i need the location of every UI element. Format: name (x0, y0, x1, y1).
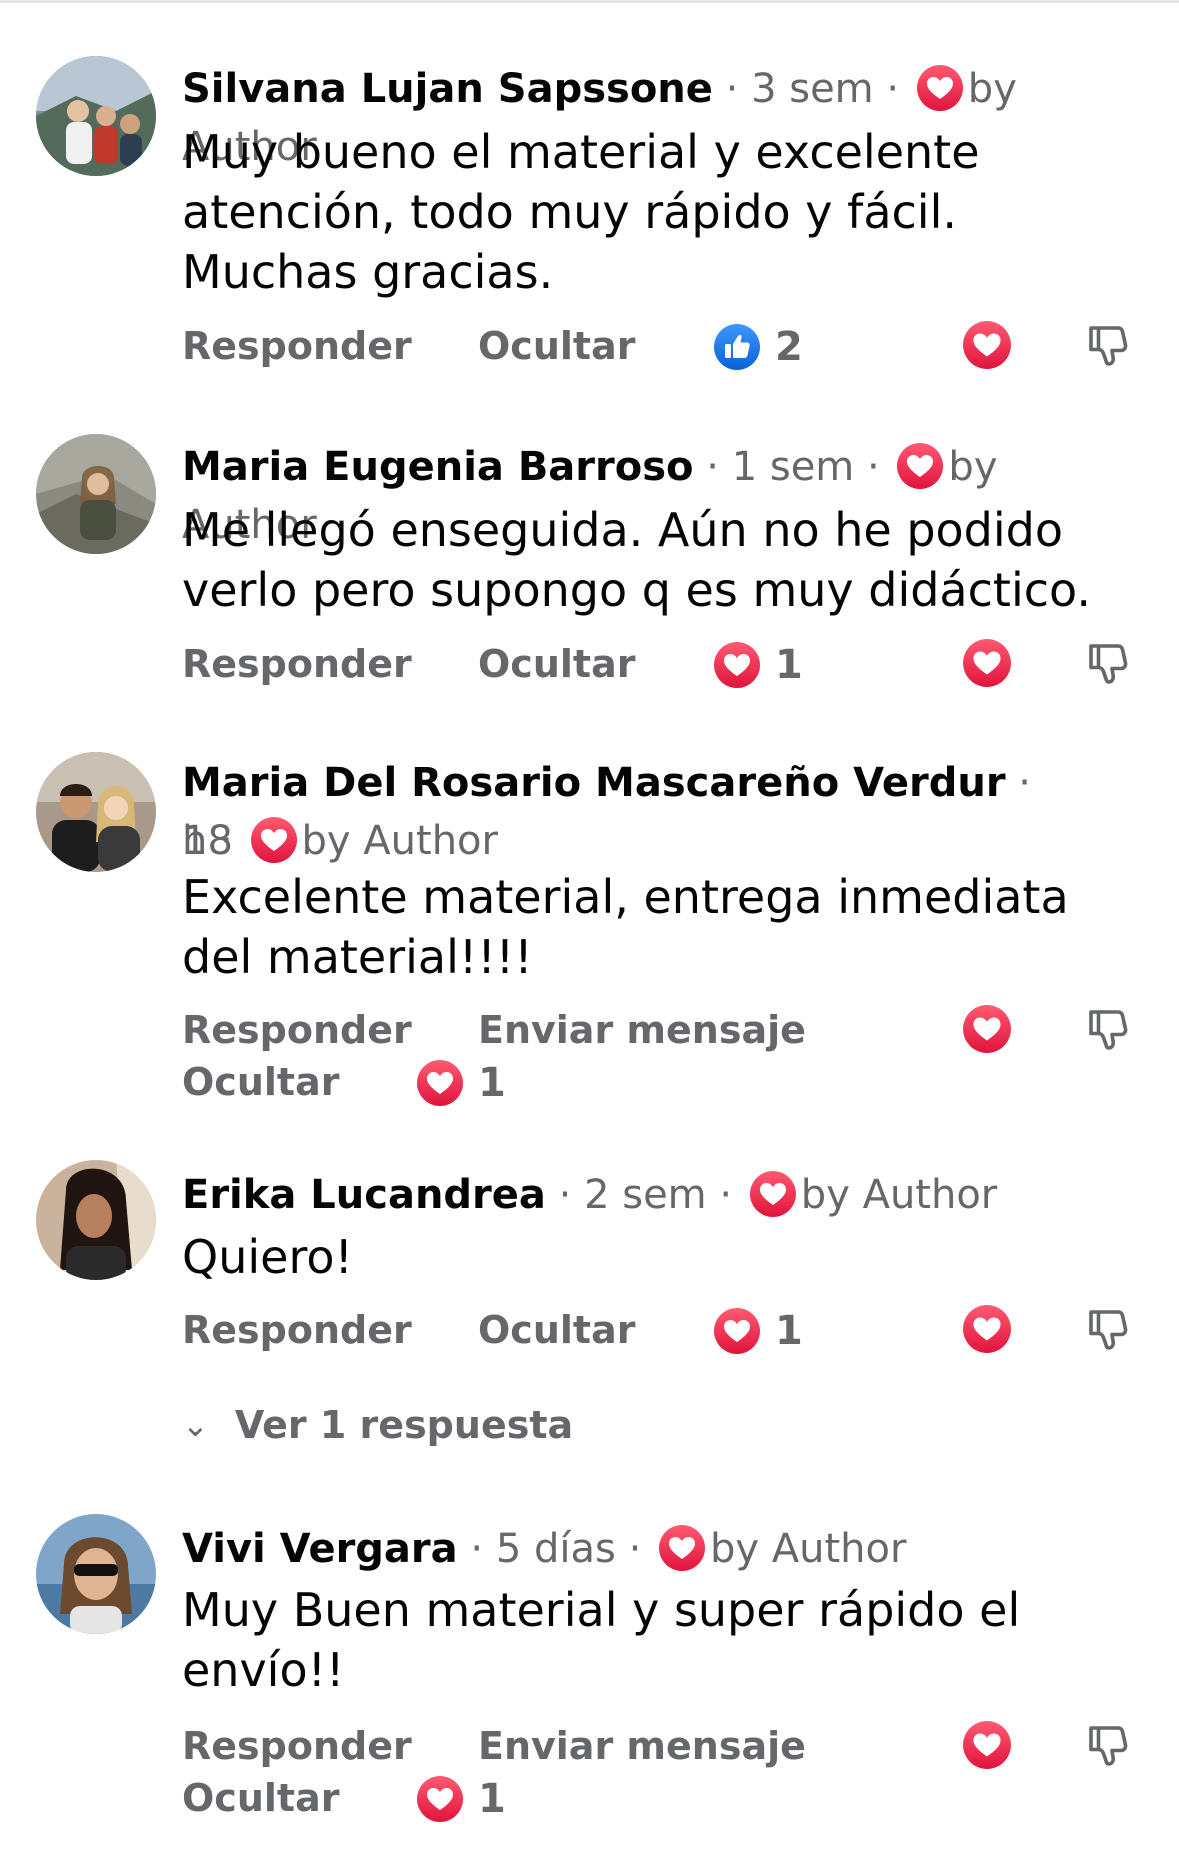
separator: · (220, 818, 233, 864)
author-name[interactable]: Erika Lucandrea (182, 1172, 546, 1218)
timestamp[interactable]: 2 sem (584, 1172, 707, 1218)
reaction-summary[interactable]: 1 (416, 1775, 506, 1823)
view-replies-label: Ver 1 respuesta (234, 1403, 574, 1447)
thumbs-down-icon (1082, 320, 1132, 370)
timestamp[interactable]: 1 sem (732, 444, 855, 490)
heart-icon (962, 1304, 1012, 1354)
separator: · (558, 1172, 572, 1218)
reply-button[interactable]: Responder (182, 1306, 412, 1354)
love-icon (713, 1307, 761, 1355)
avatar[interactable] (36, 1160, 156, 1280)
love-icon (713, 641, 761, 689)
reaction-summary[interactable]: 1 (713, 1307, 803, 1355)
reply-button[interactable]: Responder (182, 322, 412, 370)
hide-button[interactable]: Ocultar (478, 322, 635, 370)
heart-icon (962, 320, 1012, 370)
love-button[interactable] (962, 1004, 1012, 1054)
author-heart-icon (749, 1170, 797, 1218)
reaction-count: 1 (478, 1776, 506, 1822)
reply-button[interactable]: Responder (182, 1006, 412, 1054)
love-icon (416, 1775, 464, 1823)
love-button[interactable] (962, 1304, 1012, 1354)
reaction-summary[interactable]: 1 (713, 641, 803, 689)
author-name[interactable]: Silvana Lujan Sapssone (182, 66, 713, 112)
author-name[interactable]: Maria Del Rosario Mascareño Verdur (182, 760, 1006, 806)
separator: · (470, 1526, 484, 1572)
reply-button[interactable]: Responder (182, 1722, 412, 1770)
avatar[interactable] (36, 434, 156, 554)
hide-button[interactable]: Ocultar (182, 1774, 339, 1822)
comment-text: Quiero! (182, 1230, 353, 1284)
separator: · (866, 444, 880, 490)
view-replies-link[interactable]: ⌄ Ver 1 respuesta (182, 1400, 573, 1450)
avatar[interactable] (36, 752, 156, 872)
top-divider (0, 0, 1179, 3)
author-heart-icon (658, 1524, 706, 1572)
love-icon (416, 1059, 464, 1107)
thumbs-down-icon (1082, 1720, 1132, 1770)
hide-button[interactable]: Ocultar (478, 640, 635, 688)
comment-header-line2: h · by Author (182, 812, 1142, 870)
dislike-button[interactable] (1082, 1720, 1132, 1770)
like-icon (713, 323, 761, 371)
avatar[interactable] (36, 56, 156, 176)
separator: · (886, 66, 900, 112)
reaction-count: 1 (775, 642, 803, 688)
love-button[interactable] (962, 320, 1012, 370)
hide-button[interactable]: Ocultar (478, 1306, 635, 1354)
by-author-label: by Author (301, 818, 498, 864)
comment-text: Muy Buen material y super rápido el enví… (182, 1583, 1021, 1697)
avatar[interactable] (36, 1514, 156, 1634)
timestamp[interactable]: 3 sem (751, 66, 874, 112)
author-heart-icon (250, 816, 298, 864)
reaction-summary[interactable]: 2 (713, 323, 803, 371)
separator: · (628, 1526, 642, 1572)
reaction-count: 1 (775, 1308, 803, 1354)
hide-button[interactable]: Ocultar (182, 1058, 339, 1106)
dislike-button[interactable] (1082, 638, 1132, 688)
heart-icon (962, 638, 1012, 688)
comment-text: Muy bueno el material y excelente atenci… (182, 125, 980, 299)
comment-text: Excelente material, entrega inmediata de… (182, 870, 1069, 984)
reply-button[interactable]: Responder (182, 640, 412, 688)
heart-icon (962, 1004, 1012, 1054)
separator: · (706, 444, 719, 490)
send-message-button[interactable]: Enviar mensaje (478, 1722, 806, 1770)
reaction-count: 2 (775, 324, 803, 370)
separator: · (719, 1172, 733, 1218)
send-message-button[interactable]: Enviar mensaje (478, 1006, 806, 1054)
author-heart-icon (896, 442, 944, 490)
timestamp[interactable]: 5 días (496, 1526, 616, 1572)
reaction-summary[interactable]: 1 (416, 1059, 506, 1107)
thumbs-down-icon (1082, 638, 1132, 688)
comment-header: Vivi Vergara · 5 días · by Author (182, 1520, 1142, 1578)
dislike-button[interactable] (1082, 1004, 1132, 1054)
love-button[interactable] (962, 1720, 1012, 1770)
author-name[interactable]: Maria Eugenia Barroso (182, 444, 694, 490)
love-button[interactable] (962, 638, 1012, 688)
heart-icon (962, 1720, 1012, 1770)
author-name[interactable]: Vivi Vergara (182, 1526, 458, 1572)
comment-text: Me llegó enseguida. Aún no he podido ver… (182, 503, 1091, 617)
dislike-button[interactable] (1082, 1304, 1132, 1354)
timestamp-unit[interactable]: h (182, 818, 207, 864)
thumbs-down-icon (1082, 1004, 1132, 1054)
dislike-button[interactable] (1082, 320, 1132, 370)
chevron-down-icon: ⌄ (182, 1406, 209, 1444)
comment-header: Erika Lucandrea · 2 sem · by Author (182, 1166, 1142, 1224)
by-author-label: by Author (800, 1172, 998, 1218)
reaction-count: 1 (478, 1060, 506, 1106)
separator: · (725, 66, 739, 112)
author-heart-icon (916, 64, 964, 112)
thumbs-down-icon (1082, 1304, 1132, 1354)
by-author-label: by Author (710, 1526, 907, 1572)
separator: · (1018, 760, 1031, 806)
